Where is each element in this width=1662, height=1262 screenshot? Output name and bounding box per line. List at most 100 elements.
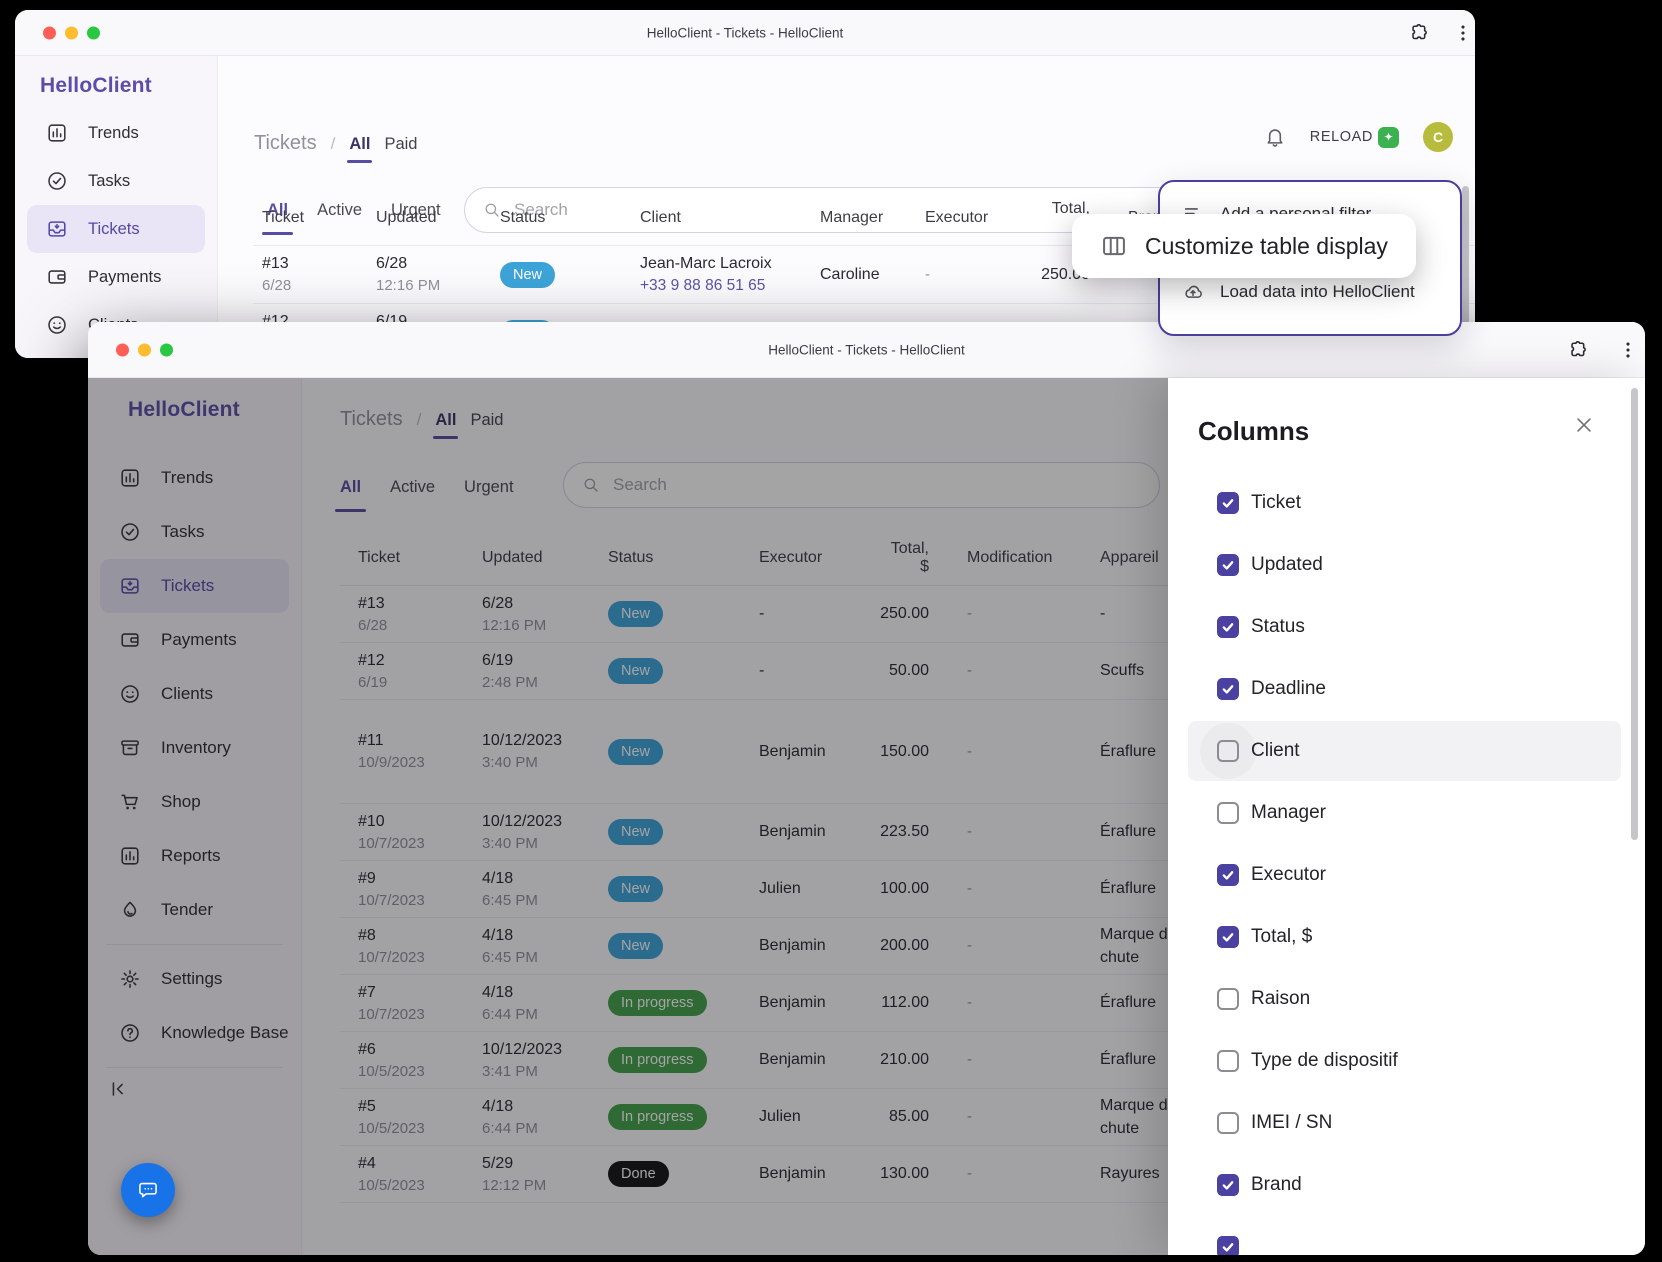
avatar[interactable]: C <box>1423 122 1453 152</box>
checkmark-icon <box>1221 1240 1235 1254</box>
bar-chart-icon <box>46 122 68 144</box>
checkbox[interactable] <box>1217 1112 1239 1134</box>
column-toggle-item[interactable]: Status <box>1168 596 1645 658</box>
extensions-icon[interactable] <box>1567 339 1589 361</box>
close-window-button[interactable] <box>43 26 56 39</box>
column-toggle-label: Client <box>1251 740 1300 762</box>
client-phone-link[interactable]: +33 9 88 86 51 65 <box>640 275 820 297</box>
column-toggle-label: Type de dispositif <box>1251 1050 1398 1072</box>
column-toggle-item[interactable]: Total, $ <box>1168 906 1645 968</box>
checkbox[interactable] <box>1217 678 1239 700</box>
sidebar-item-label: Payments <box>88 268 161 287</box>
back-titlebar: HelloClient - Tickets - HelloClient <box>15 10 1475 56</box>
browser-menu-icon[interactable] <box>1452 22 1474 44</box>
smiley-icon <box>46 314 68 336</box>
reload-badge-icon: ✦ <box>1378 127 1399 148</box>
breadcrumb-separator: / <box>331 134 336 154</box>
breadcrumb: Tickets / All Paid <box>254 132 417 155</box>
panel-title: Columns <box>1198 416 1309 447</box>
checkbox[interactable] <box>1217 740 1239 762</box>
column-toggle-label: Manager <box>1251 802 1326 824</box>
column-toggle-list: Ticket Updated <box>1168 472 1645 1255</box>
cell-manager: Caroline <box>820 263 925 286</box>
checkbox[interactable] <box>1217 988 1239 1010</box>
zoom-window-button[interactable] <box>87 26 100 39</box>
columns-panel: Columns Ticket <box>1168 378 1645 1255</box>
checkmark-icon <box>1221 496 1235 510</box>
column-toggle-label: Ticket <box>1251 492 1301 514</box>
checkbox[interactable] <box>1217 1174 1239 1196</box>
col-header-manager: Manager <box>820 209 925 227</box>
sidebar-item-payments[interactable]: Payments <box>27 253 205 301</box>
customize-table-display-callout[interactable]: Customize table display <box>1072 214 1416 278</box>
checkbox[interactable] <box>1217 1236 1239 1255</box>
checkbox[interactable] <box>1217 616 1239 638</box>
sidebar-item-trends[interactable]: Trends <box>27 109 205 157</box>
column-toggle-item[interactable]: Ticket <box>1168 472 1645 534</box>
column-toggle-item[interactable]: Type de dispositif <box>1168 1030 1645 1092</box>
checkmark-icon <box>1221 682 1235 696</box>
cell-updated: 6/28 12:16 PM <box>376 252 500 297</box>
checkbox[interactable] <box>1217 864 1239 886</box>
column-toggle-label: Deadline <box>1251 678 1326 700</box>
col-header-client: Client <box>640 209 820 227</box>
minimize-window-button[interactable] <box>138 343 151 356</box>
breadcrumb-link-all[interactable]: All <box>349 135 370 154</box>
column-toggle-item[interactable]: Manager <box>1168 782 1645 844</box>
col-header-executor: Executor <box>925 209 1010 227</box>
callout-label: Customize table display <box>1145 233 1388 260</box>
chat-launcher-button[interactable] <box>121 1163 175 1217</box>
window-title: HelloClient - Tickets - HelloClient <box>215 25 1275 40</box>
chat-bubble-icon <box>137 1179 159 1201</box>
reload-label: RELOAD <box>1310 129 1373 145</box>
column-toggle-item[interactable]: Updated <box>1168 534 1645 596</box>
column-toggle-label: Status <box>1251 616 1305 638</box>
notifications-bell-icon[interactable] <box>1264 126 1286 148</box>
checkbox[interactable] <box>1217 1050 1239 1072</box>
sidebar-item-label: Tickets <box>88 220 140 239</box>
browser-menu-icon[interactable] <box>1617 339 1639 361</box>
column-toggle-label: Executor <box>1251 864 1326 886</box>
column-toggle-item[interactable]: Brand <box>1168 1154 1645 1216</box>
checkbox[interactable] <box>1217 554 1239 576</box>
panel-scrollbar[interactable] <box>1631 388 1638 840</box>
extensions-icon[interactable] <box>1408 22 1430 44</box>
columns-icon <box>1100 232 1128 260</box>
checkmark-icon <box>1221 930 1235 944</box>
zoom-window-button[interactable] <box>160 343 173 356</box>
close-icon[interactable] <box>1573 414 1595 436</box>
col-header-status: Status <box>500 209 640 227</box>
sidebar-item-tasks[interactable]: Tasks <box>27 157 205 205</box>
cell-status: New <box>500 262 640 288</box>
checkbox[interactable] <box>1217 802 1239 824</box>
minimize-window-button[interactable] <box>65 26 78 39</box>
breadcrumb-link-paid[interactable]: Paid <box>384 135 417 154</box>
column-toggle-label: Updated <box>1251 554 1323 576</box>
column-toggle-item[interactable]: Executor <box>1168 844 1645 906</box>
sidebar-item-tickets[interactable]: Tickets <box>27 205 205 253</box>
status-badge: New <box>500 262 555 288</box>
close-window-button[interactable] <box>116 343 129 356</box>
back-sidebar-nav: Trends Tasks Tickets Payments <box>15 109 217 349</box>
checkbox[interactable] <box>1217 492 1239 514</box>
sidebar-item-label: Tasks <box>88 172 130 191</box>
cell-executor: - <box>925 264 1010 286</box>
app-logo: HelloClient <box>40 74 152 98</box>
checkmark-icon <box>1221 1178 1235 1192</box>
window-title: HelloClient - Tickets - HelloClient <box>288 342 1445 357</box>
check-circle-icon <box>46 170 68 192</box>
checkmark-icon <box>1221 620 1235 634</box>
desktop: HelloClient - Tickets - HelloClient Hell… <box>0 0 1662 1262</box>
wallet-icon <box>46 266 68 288</box>
reload-extension[interactable]: RELOAD ✦ <box>1310 127 1399 148</box>
checkbox[interactable] <box>1217 926 1239 948</box>
column-toggle-label: Brand <box>1251 1174 1302 1196</box>
column-toggle-item[interactable]: Raison <box>1168 968 1645 1030</box>
column-toggle-item[interactable]: IMEI / SN <box>1168 1092 1645 1154</box>
column-toggle-label: Total, $ <box>1251 926 1312 948</box>
column-toggle-item[interactable]: Client <box>1168 720 1645 782</box>
column-toggle-item[interactable] <box>1168 1216 1645 1255</box>
traffic-lights <box>43 26 100 39</box>
column-toggle-item[interactable]: Deadline <box>1168 658 1645 720</box>
cloud-upload-icon <box>1182 281 1204 303</box>
